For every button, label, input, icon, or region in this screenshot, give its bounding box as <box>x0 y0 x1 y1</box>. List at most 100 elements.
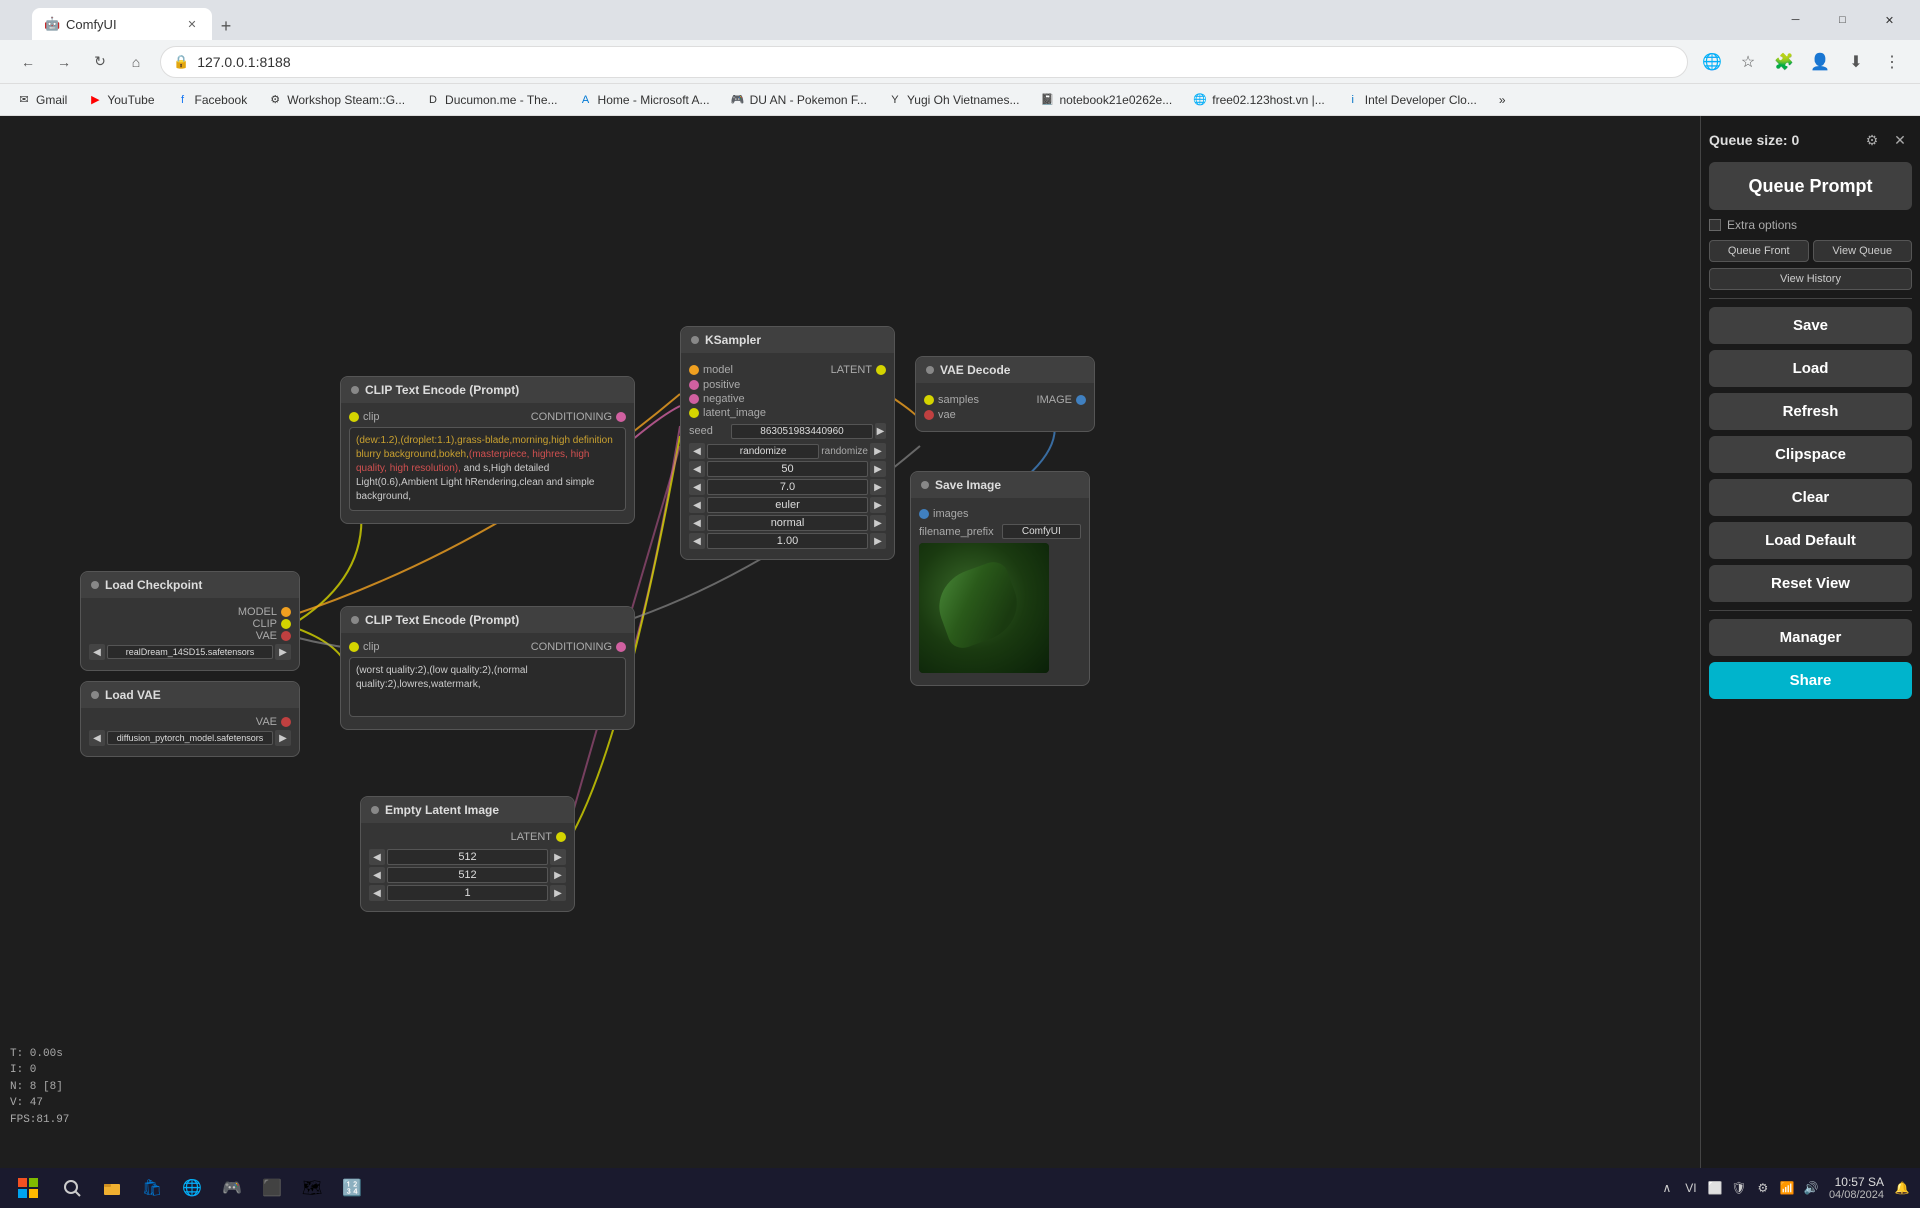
negative-in-port[interactable] <box>689 394 699 404</box>
model-in-port[interactable] <box>689 365 699 375</box>
queue-front-button[interactable]: Queue Front <box>1709 240 1809 262</box>
profile-icon[interactable]: 👤 <box>1804 46 1836 78</box>
clipspace-button[interactable]: Clipspace <box>1709 436 1912 473</box>
vae-out-port[interactable] <box>281 717 291 727</box>
time-display[interactable]: 10:57 SA 04/08/2024 <box>1829 1175 1884 1201</box>
extra-options-checkbox[interactable] <box>1709 219 1721 231</box>
denoise-next-btn[interactable]: ▶ <box>870 533 886 549</box>
height-next-btn[interactable]: ▶ <box>550 867 566 883</box>
image-out-port[interactable] <box>1076 395 1086 405</box>
queue-prompt-button[interactable]: Queue Prompt <box>1709 162 1912 210</box>
control-prev-btn[interactable]: ◀ <box>689 443 705 459</box>
latent-output-port[interactable] <box>556 832 566 842</box>
bookmark-free02[interactable]: 🌐 free02.123host.vn |... <box>1184 89 1333 111</box>
tray-window-switch[interactable]: ⬜ <box>1705 1178 1725 1198</box>
seed-input[interactable] <box>731 424 873 439</box>
tray-network[interactable]: 📶 <box>1777 1178 1797 1198</box>
canvas-area[interactable]: Load Checkpoint MODEL CLIP VAE ◀ realDre <box>0 116 1700 1168</box>
width-next-btn[interactable]: ▶ <box>550 849 566 865</box>
clear-button[interactable]: Clear <box>1709 479 1912 516</box>
manager-button[interactable]: Manager <box>1709 619 1912 656</box>
vae-next-btn[interactable]: ▶ <box>275 730 291 746</box>
model-port[interactable] <box>281 607 291 617</box>
negative-prompt-text[interactable]: (worst quality:2),(low quality:2),(norma… <box>349 657 626 717</box>
tray-volume[interactable]: 🔊 <box>1801 1178 1821 1198</box>
maximize-button[interactable]: □ <box>1820 5 1865 35</box>
batch-next-btn[interactable]: ▶ <box>550 885 566 901</box>
width-prev-btn[interactable]: ◀ <box>369 849 385 865</box>
bookmark-notebook[interactable]: 📓 notebook21e0262e... <box>1031 89 1180 111</box>
start-button[interactable] <box>8 1173 48 1203</box>
cfg-next-btn[interactable]: ▶ <box>870 479 886 495</box>
scheduler-next-btn[interactable]: ▶ <box>870 515 886 531</box>
close-tab-button[interactable]: ✕ <box>184 16 200 32</box>
map-taskbar-icon[interactable]: 🗺 <box>296 1172 328 1204</box>
bookmark-yugioh[interactable]: Y Yugi Oh Vietnames... <box>879 89 1028 111</box>
tray-antivirus[interactable]: 🛡 <box>1729 1178 1749 1198</box>
browser-taskbar-icon[interactable]: 🌐 <box>176 1172 208 1204</box>
bookmark-icon[interactable]: ☆ <box>1732 46 1764 78</box>
forward-button[interactable]: → <box>48 46 80 78</box>
vae-prev-btn[interactable]: ◀ <box>89 730 105 746</box>
bookmark-facebook[interactable]: f Facebook <box>167 89 256 111</box>
home-button[interactable]: ⌂ <box>120 46 152 78</box>
samples-in-port[interactable] <box>924 395 934 405</box>
notification-icon[interactable]: 🔔 <box>1892 1178 1912 1198</box>
latent-out-port[interactable] <box>876 365 886 375</box>
bookmark-workshop[interactable]: ⚙ Workshop Steam::G... <box>259 89 413 111</box>
denoise-prev-btn[interactable]: ◀ <box>689 533 705 549</box>
conditioning-port[interactable] <box>616 412 626 422</box>
positive-prompt-text[interactable]: (dew:1.2),(droplet:1.1),grass-blade,morn… <box>349 427 626 511</box>
ckpt-next-btn[interactable]: ▶ <box>275 644 291 660</box>
cfg-prev-btn[interactable]: ◀ <box>689 479 705 495</box>
neg-conditioning-port[interactable] <box>616 642 626 652</box>
clip-in-port[interactable] <box>349 412 359 422</box>
load-default-button[interactable]: Load Default <box>1709 522 1912 559</box>
store-taskbar-icon[interactable]: 🛍 <box>136 1172 168 1204</box>
new-tab-button[interactable]: + <box>212 12 240 40</box>
steps-next-btn[interactable]: ▶ <box>870 461 886 477</box>
tray-chevron[interactable]: ∧ <box>1657 1178 1677 1198</box>
back-button[interactable]: ← <box>12 46 44 78</box>
close-panel-icon[interactable]: ✕ <box>1888 128 1912 152</box>
share-button[interactable]: Share <box>1709 662 1912 699</box>
view-queue-button[interactable]: View Queue <box>1813 240 1913 262</box>
bookmark-microsoft[interactable]: A Home - Microsoft A... <box>570 89 718 111</box>
refresh-button[interactable]: ↻ <box>84 46 116 78</box>
sampler-next-btn[interactable]: ▶ <box>870 497 886 513</box>
minimize-button[interactable]: ─ <box>1773 5 1818 35</box>
game-taskbar-icon[interactable]: 🎮 <box>216 1172 248 1204</box>
vae-in-port[interactable] <box>924 410 934 420</box>
latent-image-in-port[interactable] <box>689 408 699 418</box>
file-explorer-taskbar-icon[interactable] <box>96 1172 128 1204</box>
url-bar[interactable]: 🔒 127.0.0.1:8188 <box>160 46 1688 78</box>
steps-prev-btn[interactable]: ◀ <box>689 461 705 477</box>
view-history-button[interactable]: View History <box>1709 268 1912 290</box>
clip-port[interactable] <box>281 619 291 629</box>
settings-icon[interactable]: ⚙ <box>1860 128 1884 152</box>
translate-icon[interactable]: 🌐 <box>1696 46 1728 78</box>
ckpt-prev-btn[interactable]: ◀ <box>89 644 105 660</box>
bookmark-youtube[interactable]: ▶ YouTube <box>79 89 162 111</box>
bookmark-pokemon[interactable]: 🎮 DU AN - Pokemon F... <box>722 89 875 111</box>
bookmark-intel[interactable]: i Intel Developer Clo... <box>1337 89 1485 111</box>
vae-port[interactable] <box>281 631 291 641</box>
active-tab[interactable]: 🤖 ComfyUI ✕ <box>32 8 212 40</box>
reset-view-button[interactable]: Reset View <box>1709 565 1912 602</box>
menu-icon[interactable]: ⋮ <box>1876 46 1908 78</box>
search-taskbar-icon[interactable] <box>56 1172 88 1204</box>
save-button[interactable]: Save <box>1709 307 1912 344</box>
terminal-taskbar-icon[interactable]: ⬛ <box>256 1172 288 1204</box>
scheduler-prev-btn[interactable]: ◀ <box>689 515 705 531</box>
bookmark-ducumon[interactable]: D Ducumon.me - The... <box>417 89 566 111</box>
download-icon[interactable]: ⬇ <box>1840 46 1872 78</box>
refresh-button[interactable]: Refresh <box>1709 393 1912 430</box>
load-button[interactable]: Load <box>1709 350 1912 387</box>
batch-prev-btn[interactable]: ◀ <box>369 885 385 901</box>
close-button[interactable]: ✕ <box>1867 5 1912 35</box>
seed-expand-btn[interactable]: ▶ <box>875 423 886 439</box>
images-in-port[interactable] <box>919 509 929 519</box>
positive-in-port[interactable] <box>689 380 699 390</box>
extensions-icon[interactable]: 🧩 <box>1768 46 1800 78</box>
sampler-prev-btn[interactable]: ◀ <box>689 497 705 513</box>
